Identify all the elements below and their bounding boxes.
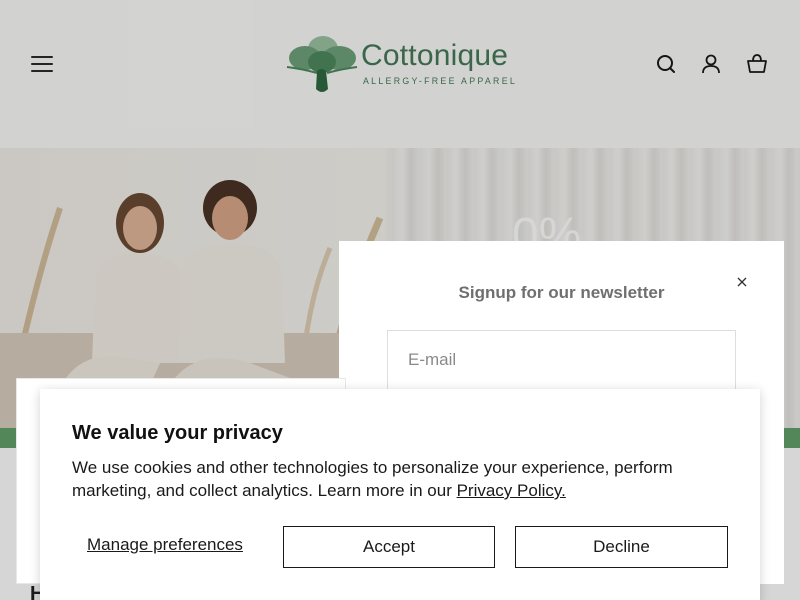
accept-button[interactable]: Accept [283,526,495,568]
manage-preferences-link[interactable]: Manage preferences [87,535,243,555]
privacy-banner: We value your privacy We use cookies and… [40,389,760,600]
privacy-policy-link[interactable]: Privacy Policy. [457,481,566,500]
privacy-title: We value your privacy [72,422,283,444]
privacy-text: We use cookies and other technologies to… [72,456,742,502]
email-field[interactable] [387,330,736,390]
decline-button[interactable]: Decline [515,526,728,568]
privacy-body-text: We use cookies and other technologies to… [72,458,673,500]
newsletter-title: Signup for our newsletter [458,283,665,302]
